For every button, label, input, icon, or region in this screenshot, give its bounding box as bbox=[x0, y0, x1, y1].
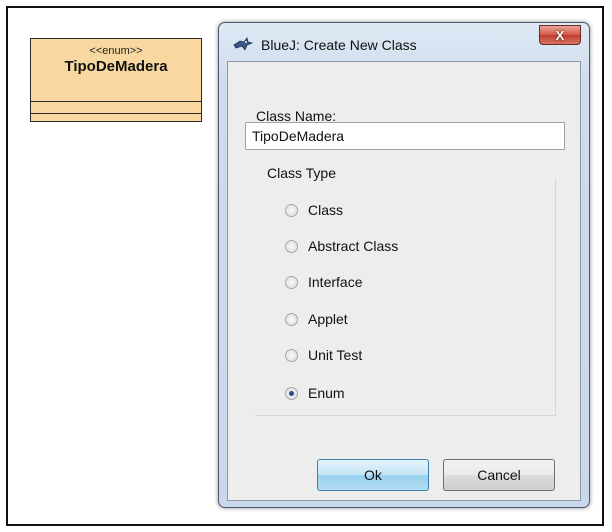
radio-class[interactable]: Class bbox=[285, 199, 343, 221]
create-class-dialog: BlueJ: Create New Class X Class Name: Cl… bbox=[218, 22, 590, 508]
ok-button[interactable]: Ok bbox=[317, 459, 429, 491]
radio-label: Abstract Class bbox=[308, 238, 399, 254]
radio-abstract-class[interactable]: Abstract Class bbox=[285, 235, 398, 257]
radio-interface[interactable]: Interface bbox=[285, 271, 362, 293]
radio-icon bbox=[285, 312, 298, 326]
close-icon: X bbox=[555, 28, 565, 43]
radio-selected-icon bbox=[285, 386, 298, 400]
uml-stereotype: <<enum>> bbox=[89, 45, 143, 57]
uml-enum-class-box[interactable]: <<enum>> TipoDeMadera bbox=[30, 38, 202, 122]
bluej-bird-icon bbox=[233, 36, 254, 52]
radio-label: Enum bbox=[308, 385, 345, 401]
radio-icon bbox=[285, 203, 298, 217]
uml-divider-fields bbox=[31, 101, 201, 102]
uml-class-name: TipoDeMadera bbox=[64, 58, 168, 75]
dialog-titlebar[interactable]: BlueJ: Create New Class X bbox=[219, 23, 589, 61]
radio-applet[interactable]: Applet bbox=[285, 308, 348, 330]
uml-divider-methods bbox=[31, 113, 201, 114]
class-name-input[interactable] bbox=[245, 122, 565, 150]
radio-icon bbox=[285, 348, 298, 362]
radio-enum[interactable]: Enum bbox=[285, 382, 345, 404]
close-button[interactable]: X bbox=[539, 25, 581, 45]
radio-icon bbox=[285, 239, 298, 253]
cancel-button[interactable]: Cancel bbox=[443, 459, 555, 491]
radio-icon bbox=[285, 275, 298, 289]
dialog-title: BlueJ: Create New Class bbox=[261, 37, 417, 53]
radio-label: Applet bbox=[308, 311, 348, 327]
radio-label: Interface bbox=[308, 274, 363, 290]
radio-unit-test[interactable]: Unit Test bbox=[285, 344, 362, 366]
radio-label: Unit Test bbox=[308, 347, 363, 363]
radio-label: Class bbox=[308, 202, 344, 218]
